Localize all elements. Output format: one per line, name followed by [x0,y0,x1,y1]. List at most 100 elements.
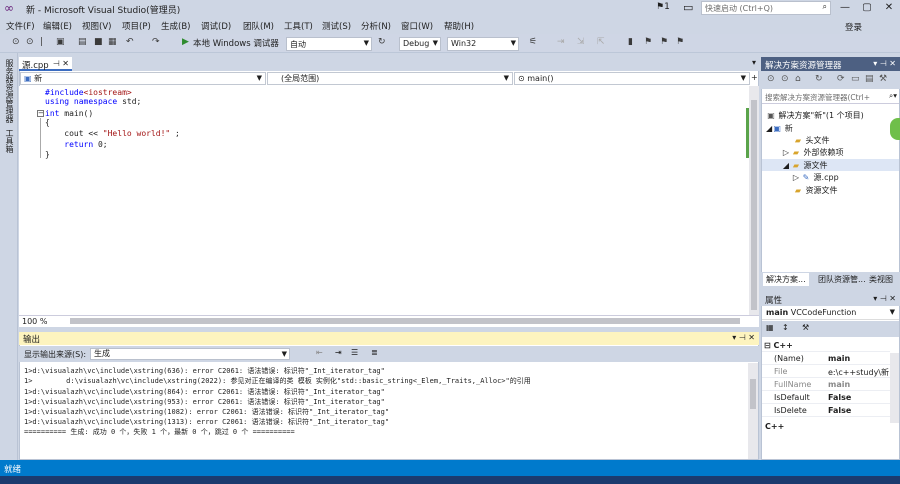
sync-icon[interactable]: ↻ [815,74,823,84]
menu-build[interactable]: 生成(B) [161,20,190,32]
zoom-combo[interactable]: 100 % [22,317,47,326]
pane-controls-icon[interactable]: ▾ ⊣ ✕ [873,59,896,68]
new-project-icon[interactable]: ▣ [56,37,65,47]
open-file-icon[interactable]: ▤ [78,37,87,47]
menu-tools[interactable]: 工具(T) [284,20,313,32]
tab-solution-explorer[interactable]: 解决方案... [763,273,809,286]
notification-flag-icon[interactable]: ⚑1 [656,2,670,12]
tab-team-explorer[interactable]: 团队资源管... [815,273,869,286]
member-nav-combo[interactable]: ⊙ main() ▼ [514,72,750,85]
bookmark-icon[interactable]: ▮ [628,37,633,47]
clear-bookmarks-icon[interactable]: ⚑ [676,37,684,47]
output-source-combo[interactable]: 生成 ▼ [90,348,290,360]
local-debugger-button[interactable]: 本地 Windows 调试器 [193,37,279,49]
find-icon[interactable]: ⚟ [529,37,537,47]
back-icon[interactable]: ⊙ [767,74,775,84]
next-bookmark-icon[interactable]: ⚑ [660,37,668,47]
menu-team[interactable]: 团队(M) [243,20,274,32]
toolbox-tab[interactable]: 工具箱 [4,129,15,153]
tree-item-header-files[interactable]: ▰ 头文件 [783,135,830,146]
live-share-indicator-icon[interactable] [890,118,900,140]
goto-next-icon[interactable]: ⇥ [335,348,342,357]
editor-vertical-scrollbar[interactable] [749,86,759,315]
project-nav-combo[interactable]: ▣ 新 ▼ [20,72,266,85]
menu-view[interactable]: 视图(V) [82,20,111,32]
save-all-icon[interactable]: ▦ [108,37,117,47]
tab-source-cpp[interactable]: 源.cpp ⊣ ✕ [19,57,72,71]
tree-item-solution[interactable]: ▣ 解决方案"新"(1 个项目) [766,110,864,121]
server-explorer-tab[interactable]: 服务器资源管理器 [4,59,15,123]
refresh-icon[interactable]: ↻ [378,37,386,47]
show-all-files-icon[interactable]: ▤ [865,74,874,84]
menu-project[interactable]: 项目(P) [122,20,151,32]
tree-item-resource-files[interactable]: ▰ 资源文件 [783,185,838,196]
pane-controls-icon[interactable]: ▾ ⊣ ✕ [732,333,755,342]
alphabetical-icon[interactable]: ↕ [782,323,789,332]
scrollbar-thumb[interactable] [751,100,757,310]
properties-scrollbar[interactable] [890,353,899,423]
expanded-arrow-icon[interactable]: ◢ [781,161,791,170]
forward-icon[interactable]: ⊙ [781,74,789,84]
property-row[interactable]: (Name) main [762,353,890,365]
tree-item-external-dependencies[interactable]: ▷ ▰ 外部依赖项 [781,147,844,158]
maximize-button[interactable]: ▢ [856,0,878,16]
collapsed-arrow-icon[interactable]: ▷ [781,148,791,157]
word-wrap-icon[interactable]: ≣ [371,348,378,357]
minimize-button[interactable]: — [834,0,856,16]
menu-help[interactable]: 帮助(H) [444,20,474,32]
forward-icon[interactable]: ⊙ [26,37,34,47]
home-icon[interactable]: ⌂ [795,74,801,84]
property-row[interactable]: IsDefault False [762,392,890,404]
split-icon[interactable]: + [751,73,758,82]
menu-debug[interactable]: 调试(D) [201,20,231,32]
tab-class-view[interactable]: 类视图 [866,273,896,286]
pane-controls-icon[interactable]: ▾ ⊣ ✕ [873,294,896,303]
login-link[interactable]: 登录 [845,21,862,33]
platform-combo[interactable]: Win32 ▼ [447,37,519,51]
property-category[interactable]: ⊟ C++ [762,340,890,352]
back-icon[interactable]: ⊙ [12,37,20,47]
solution-config-combo[interactable]: 自动 ▼ [286,37,372,51]
tree-item-project[interactable]: ◢▣ 新 [766,123,793,134]
collapse-icon[interactable]: − [37,110,44,117]
tree-item-source-cpp[interactable]: ▷ ✎ 源.cpp [791,172,839,183]
collapse-icon[interactable]: ⊟ [764,341,771,350]
undo-icon[interactable]: ↶ [126,37,134,47]
property-pages-icon[interactable]: ⚒ [802,323,809,332]
folder-icon: ▰ [792,148,800,157]
menu-window[interactable]: 窗口(W) [401,20,433,32]
scrollbar-thumb[interactable] [750,379,756,409]
save-icon[interactable]: ■ [94,37,103,47]
tree-item-source-files[interactable]: ◢ ▰ 源文件 [781,160,828,171]
properties-object-combo[interactable]: main VCCodeFunction ▼ [762,307,899,320]
feedback-icon[interactable]: ▭ [683,1,693,14]
property-row[interactable]: File e:\c++study\新 [762,366,890,378]
collapse-all-icon[interactable]: ▭ [851,74,860,84]
property-row[interactable]: FullName main [762,379,890,391]
output-vertical-scrollbar[interactable] [748,363,758,459]
solution-search-input[interactable]: 搜索解决方案资源管理器(Ctrl+ ⌕▾ [762,90,899,104]
collapsed-arrow-icon[interactable]: ▷ [791,173,801,182]
close-button[interactable]: ✕ [878,0,900,16]
configuration-combo[interactable]: Debug ▼ [399,37,441,51]
refresh-icon[interactable]: ⟳ [837,74,845,84]
redo-icon[interactable]: ↷ [152,37,160,47]
tab-list-icon[interactable]: ▾ [752,58,756,67]
menu-analyze[interactable]: 分析(N) [361,20,391,32]
quick-launch-input[interactable]: 快速启动 (Ctrl+Q) ⌕ [701,1,831,15]
properties-icon[interactable]: ⚒ [879,74,887,84]
menu-test[interactable]: 测试(S) [322,20,351,32]
goto-prev-icon[interactable]: ⇤ [316,348,323,357]
folder-icon: ▰ [794,136,802,145]
menu-file[interactable]: 文件(F) [6,20,35,32]
property-row[interactable]: IsDelete False [762,405,890,417]
code-area[interactable] [19,86,749,315]
start-debugging-icon[interactable]: ▶ [182,37,189,47]
menu-edit[interactable]: 编辑(E) [43,20,72,32]
pin-icon[interactable]: ⊣ ✕ [53,59,69,68]
scope-nav-combo[interactable]: (全局范围) ▼ [267,72,513,85]
editor-horizontal-scrollbar[interactable] [70,318,740,324]
prev-bookmark-icon[interactable]: ⚑ [644,37,652,47]
categorized-icon[interactable]: ▦ [766,323,774,332]
clear-all-icon[interactable]: ☰ [351,348,358,357]
